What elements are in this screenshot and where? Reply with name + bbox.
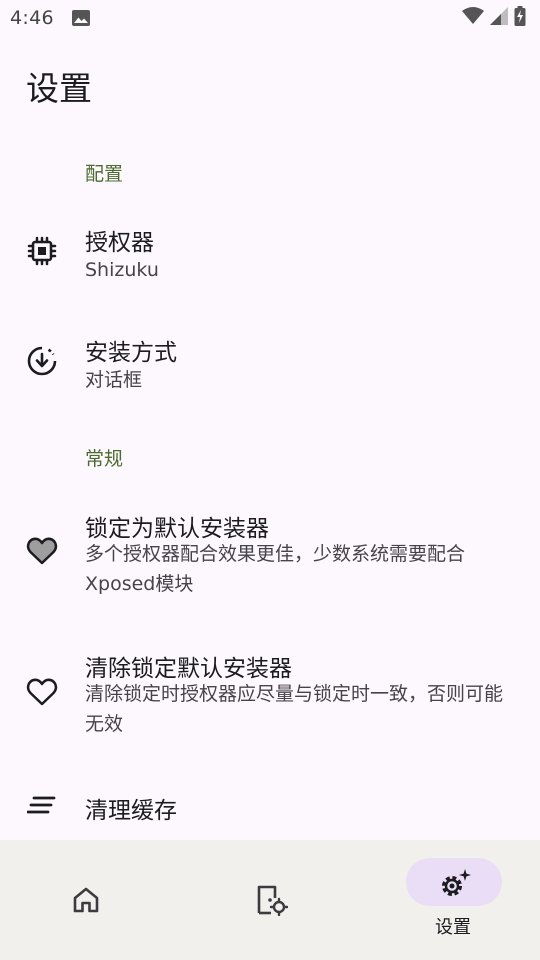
setting-value-authorizer: Shizuku [85,259,159,281]
setting-item-authorizer[interactable]: 授权器 Shizuku [0,212,540,292]
home-icon [72,886,100,918]
nav-item-settings[interactable]: 设置 [360,840,540,960]
section-header-config: 配置 [85,163,124,185]
setting-desc-lock-default-installer: 多个授权器配合效果更佳，少数系统需要配合Xposed模块 [85,543,466,595]
chip-icon [25,234,59,268]
nav-item-installer-settings[interactable] [180,840,360,960]
battery-charging-icon [514,6,526,30]
section-header-general: 常规 [85,448,124,470]
download-circle-icon [25,344,59,378]
setting-desc-clear-lock-default-installer: 清除锁定时授权器应尽量与锁定时一致，否则可能无效 [85,683,504,735]
setting-title-clear-lock-default-installer: 清除锁定默认安装器 [85,656,292,682]
clear-all-icon [25,788,59,822]
nav-label-settings: 设置 [435,917,471,938]
heart-outline-icon [25,675,59,709]
setting-item-clear-cache[interactable]: 清理缓存 [0,778,540,832]
page-title: 设置 [26,69,92,108]
setting-value-install-method: 对话框 [85,369,143,391]
setting-title-clear-cache: 清理缓存 [85,798,177,824]
status-bar: 4:46 [0,0,540,36]
bottom-navigation: 设置 [0,840,540,960]
wifi-icon [462,7,484,29]
door-gear-icon [256,884,289,920]
signal-icon [490,7,508,29]
setting-title-lock-default-installer: 锁定为默认安装器 [85,516,269,542]
image-icon [71,10,90,26]
status-icons [462,6,526,30]
status-time: 4:46 [10,7,54,29]
heart-filled-icon [25,534,59,568]
setting-item-lock-default-installer[interactable]: 锁定为默认安装器 多个授权器配合效果更佳，少数系统需要配合Xposed模块 [0,498,540,608]
setting-title-authorizer: 授权器 [85,230,154,256]
setting-item-clear-lock-default-installer[interactable]: 清除锁定默认安装器 清除锁定时授权器应尽量与锁定时一致，否则可能无效 [0,638,540,748]
nav-item-home[interactable] [0,840,180,960]
settings-sparkle-icon [438,868,472,904]
setting-title-install-method: 安装方式 [85,340,177,366]
setting-item-install-method[interactable]: 安装方式 对话框 [0,322,540,402]
